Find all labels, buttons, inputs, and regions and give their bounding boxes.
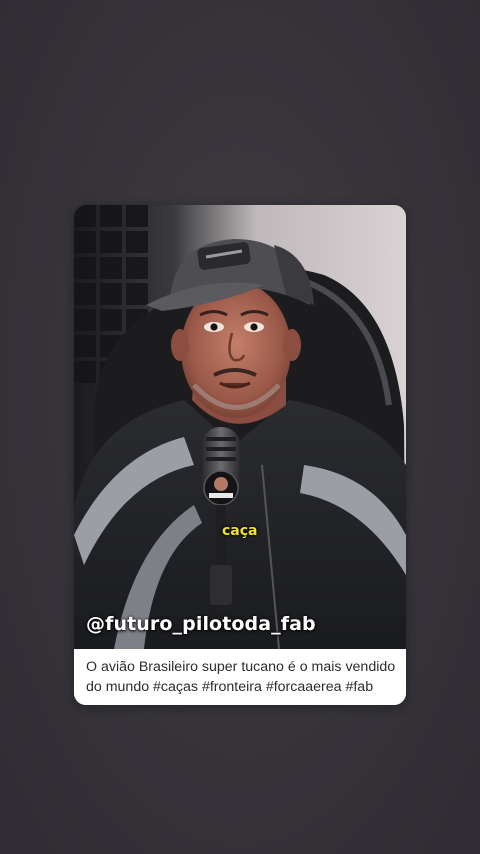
video-frame-image [74,205,406,649]
post-caption[interactable]: O avião Brasileiro super tucano é o mais… [74,649,406,705]
video-sticker-text: caça [222,523,258,539]
author-handle-watermark: @futuro_pilotoda_fab [86,613,316,635]
video-thumbnail[interactable]: caça @futuro_pilotoda_fab [74,205,406,649]
video-post-card[interactable]: caça @futuro_pilotoda_fab O avião Brasil… [74,205,406,705]
caption-text: O avião Brasileiro super tucano é o mais… [86,659,396,695]
